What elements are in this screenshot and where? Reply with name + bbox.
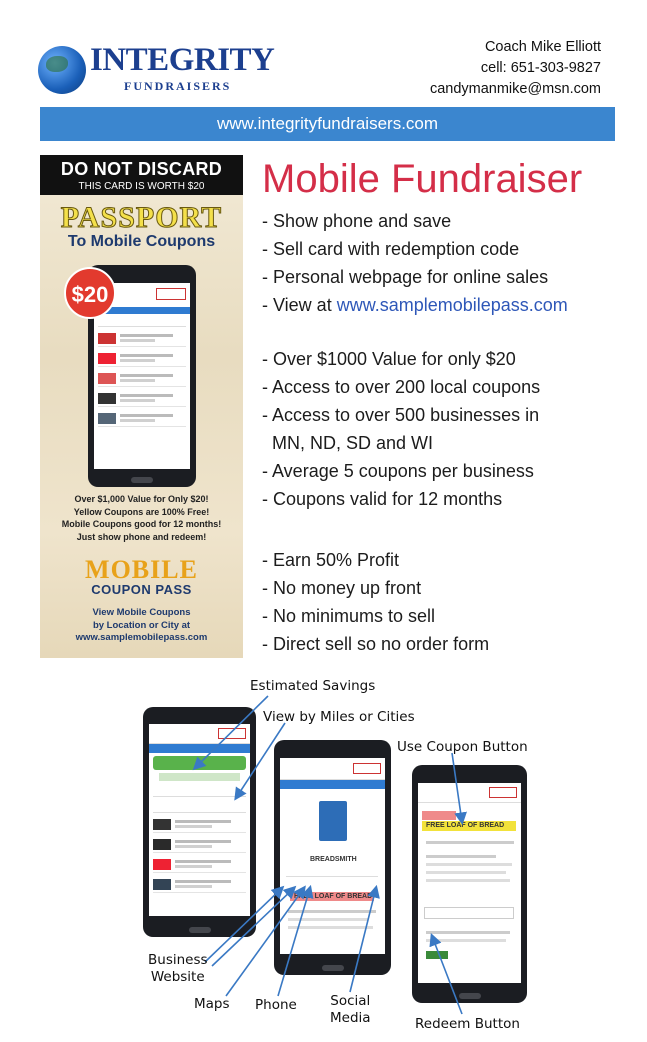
globe-icon	[38, 46, 86, 94]
feature-list-3: - Earn 50% Profit - No money up front - …	[262, 546, 489, 658]
card-view-text: View Mobile Coupons by Location or City …	[75, 607, 208, 643]
breadsmith-label: BREADSMITH	[310, 856, 357, 863]
list-item: - Personal webpage for online sales	[262, 267, 549, 287]
phone-screenshot-business: BREADSMITH FREE LOAF OF BREAD	[274, 740, 391, 975]
list-item: - Access to over 200 local coupons	[262, 377, 541, 397]
feature-list-2: - Over $1000 Value for only $20 - Access…	[262, 345, 540, 513]
list-item: - View at www.samplemobilepass.com	[262, 295, 568, 315]
feature-list-1: - Show phone and save - Sell card with r…	[262, 207, 568, 319]
list-item: - Show phone and save	[262, 211, 452, 231]
list-item: - Average 5 coupons per business	[262, 461, 534, 481]
sample-site-link[interactable]: www.samplemobilepass.com	[337, 295, 568, 315]
brand-subtitle: FUNDRAISERS	[124, 79, 232, 93]
redeem-button-image	[426, 951, 448, 959]
callout-view-by-miles: View by Miles or Cities	[263, 709, 415, 725]
contact-name: Coach Mike Elliott	[484, 39, 601, 55]
price-badge: $20	[64, 267, 116, 319]
list-item: - Sell card with redemption code	[262, 239, 520, 259]
phone-screenshot-list	[143, 707, 256, 937]
card-passport-title: PASSPORT	[60, 201, 223, 235]
passport-card-image: DO NOT DISCARD THIS CARD IS WORTH $20 PA…	[40, 155, 243, 658]
list-item: - No money up front	[262, 578, 422, 598]
card-top-banner: DO NOT DISCARD THIS CARD IS WORTH $20	[40, 155, 243, 195]
callout-estimated-savings: Estimated Savings	[250, 678, 376, 694]
list-item: MN, ND, SD and WI	[262, 433, 434, 453]
brand-name: INTEGRITY	[90, 42, 275, 78]
card-to-mobile: To Mobile Coupons	[67, 233, 216, 250]
mobile-coupon-pass-logo: MOBILE COUPON PASS	[85, 555, 198, 597]
list-item: - Access to over 500 businesses in	[262, 405, 540, 425]
free-bread-label-2: FREE LOAF OF BREAD	[426, 822, 505, 829]
callout-social-media: Social Media	[330, 993, 371, 1026]
list-item: - Over $1000 Value for only $20	[262, 349, 516, 369]
list-item: - Coupons valid for 12 months	[262, 489, 503, 509]
page-title: Mobile Fundraiser	[262, 157, 583, 201]
card-worth: THIS CARD IS WORTH $20	[78, 181, 205, 192]
callout-phone: Phone	[255, 997, 297, 1013]
list-item: - Earn 50% Profit	[262, 550, 400, 570]
card-blurb: Over $1,000 Value for Only $20! Yellow C…	[61, 494, 222, 542]
contact-phone: cell: 651-303-9827	[480, 60, 601, 76]
contact-block: Coach Mike Elliott cell: 651-303-9827 ca…	[430, 37, 601, 100]
card-do-not-discard: DO NOT DISCARD	[60, 159, 223, 179]
callout-maps: Maps	[194, 996, 230, 1012]
callout-redeem-button: Redeem Button	[415, 1016, 520, 1032]
callout-business-website: Business Website	[148, 952, 208, 985]
phone-screenshot-coupon: FREE LOAF OF BREAD	[412, 765, 527, 1003]
contact-email[interactable]: candymanmike@msn.com	[430, 79, 601, 100]
list-item: - Direct sell so no order form	[262, 634, 490, 654]
free-bread-label-1: FREE LOAF OF BREAD	[294, 893, 373, 900]
website-banner[interactable]: www.integrityfundraisers.com	[40, 107, 615, 141]
integrity-logo: INTEGRITY FUNDRAISERS	[38, 40, 275, 102]
callout-use-coupon-button: Use Coupon Button	[397, 739, 528, 755]
list-item: - No minimums to sell	[262, 606, 436, 626]
